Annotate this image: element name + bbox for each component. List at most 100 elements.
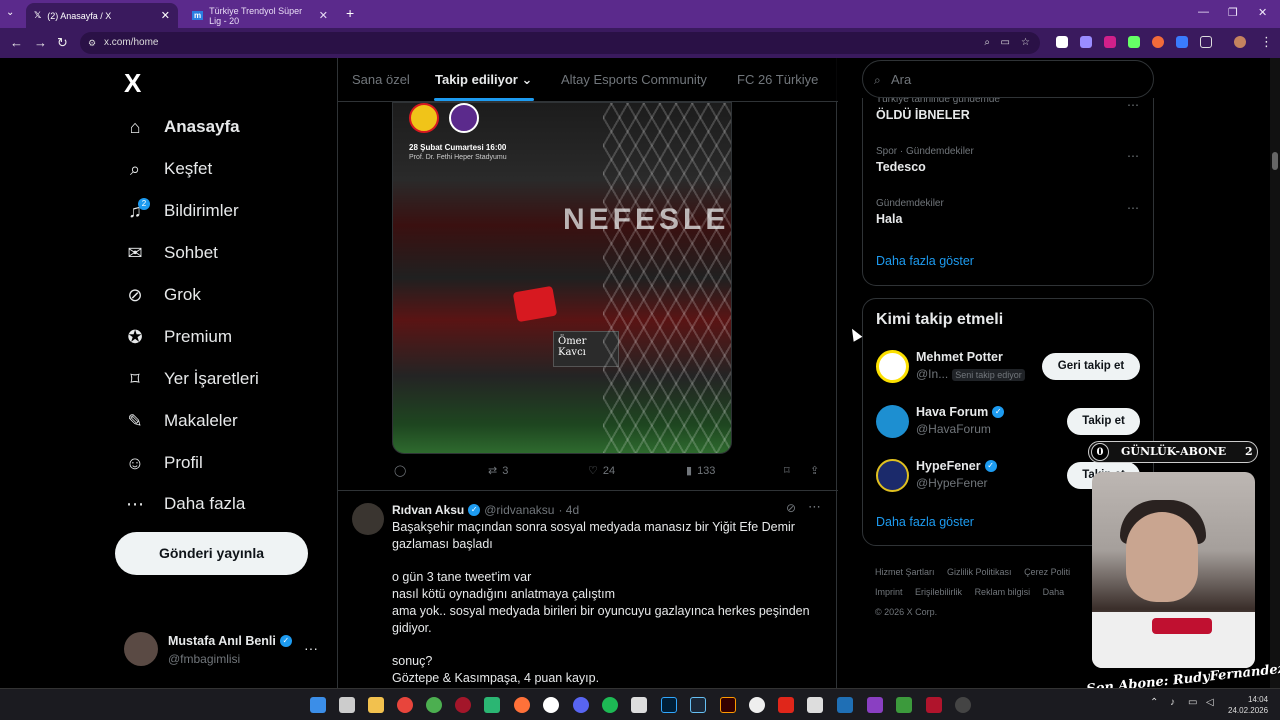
- extension-icon[interactable]: [1152, 36, 1164, 48]
- file-explorer-icon[interactable]: [368, 697, 384, 713]
- like-button[interactable]: ♡ 24: [588, 464, 615, 478]
- volume-icon[interactable]: ◁: [1206, 697, 1214, 708]
- trend-more-icon[interactable]: ⋯: [1127, 149, 1139, 163]
- trend-item[interactable]: Gündemdekiler Hala: [876, 198, 944, 226]
- tab-fc26-turkiye[interactable]: FC 26 Türkiye: [737, 72, 818, 87]
- nav-profile[interactable]: ☺ Profil: [124, 448, 203, 478]
- extensions-puzzle-icon[interactable]: [1200, 36, 1212, 48]
- microphone-tray-icon[interactable]: ♪: [1170, 697, 1175, 708]
- account-more-icon[interactable]: ···: [304, 640, 318, 656]
- trend-more-icon[interactable]: ⋯: [1127, 201, 1139, 215]
- illustrator-icon[interactable]: [720, 697, 736, 713]
- avatar[interactable]: [352, 503, 384, 535]
- cast-icon[interactable]: ▭: [1001, 32, 1010, 54]
- tweet-author-handle[interactable]: @ridvanaksu: [484, 503, 554, 517]
- firefox-icon[interactable]: [514, 697, 530, 713]
- taskbar-app-icon[interactable]: [484, 697, 500, 713]
- extension-icon[interactable]: [1176, 36, 1188, 48]
- nav-articles[interactable]: ✎ Makaleler: [124, 406, 237, 436]
- bookmark-button[interactable]: ⌑: [784, 464, 790, 477]
- tray-chevron-icon[interactable]: ⌃: [1150, 697, 1158, 708]
- tab-list-icon[interactable]: ⌄: [6, 7, 14, 18]
- follow-back-button[interactable]: Geri takip et: [1042, 353, 1140, 380]
- close-tab-icon[interactable]: ✕: [161, 9, 170, 22]
- footer-link[interactable]: Imprint: [875, 587, 903, 597]
- browser-tab-x[interactable]: 𝕏 (2) Anasayfa / X ✕: [26, 3, 178, 28]
- back-icon[interactable]: ←: [10, 35, 23, 50]
- chrome-icon[interactable]: [397, 697, 413, 713]
- reload-icon[interactable]: ↻: [57, 35, 68, 51]
- taskbar-app-icon[interactable]: [807, 697, 823, 713]
- nav-premium[interactable]: ✪ Premium: [124, 322, 232, 352]
- footer-link[interactable]: Hizmet Şartları: [875, 567, 935, 577]
- grok-icon[interactable]: ⊘: [786, 501, 796, 515]
- football-manager-icon[interactable]: [896, 697, 912, 713]
- post-button[interactable]: Gönderi yayınla: [115, 532, 308, 575]
- settings-icon[interactable]: [749, 697, 765, 713]
- tab-altay-esports[interactable]: Altay Esports Community: [561, 72, 707, 87]
- taskbar-app-icon[interactable]: [926, 697, 942, 713]
- nav-grok[interactable]: ⊘ Grok: [124, 280, 200, 310]
- discord-icon[interactable]: [573, 697, 589, 713]
- tweet-more-icon[interactable]: ⋯: [808, 499, 821, 515]
- zoom-icon[interactable]: ⌕: [984, 32, 990, 54]
- network-icon[interactable]: ▭: [1188, 697, 1197, 708]
- scrollbar-thumb[interactable]: [1272, 152, 1278, 170]
- taskbar-app-icon[interactable]: [867, 697, 883, 713]
- chrome-alt-icon[interactable]: [426, 697, 442, 713]
- tab-following[interactable]: Takip ediliyor ⌄: [435, 72, 532, 88]
- browser-tab-superlig[interactable]: m Türkiye Trendyol Süper Lig - 20 ✕: [184, 3, 336, 28]
- spotify-icon[interactable]: [602, 697, 618, 713]
- star-icon[interactable]: ☆: [1021, 32, 1030, 54]
- site-info-icon[interactable]: ⚙: [88, 32, 96, 54]
- footer-link[interactable]: Erişilebilirlik: [915, 587, 962, 597]
- opera-icon[interactable]: [455, 697, 471, 713]
- close-window-icon[interactable]: ✕: [1258, 6, 1267, 19]
- nav-messages[interactable]: ✉ Sohbet: [124, 238, 217, 268]
- photoshop-icon[interactable]: [661, 697, 677, 713]
- taskbar-app-icon[interactable]: [631, 697, 647, 713]
- minimize-icon[interactable]: —: [1198, 6, 1209, 18]
- trend-more-icon[interactable]: ⋯: [1127, 98, 1139, 112]
- retweet-button[interactable]: ⇄ 3: [488, 464, 508, 478]
- follow-suggestion[interactable]: Hava Forum ✓ @HavaForum Takip et: [876, 405, 1141, 445]
- forward-icon[interactable]: →: [34, 35, 47, 50]
- follow-suggestion[interactable]: Mehmet Potter @In... Seni takip ediyor Ge…: [876, 350, 1141, 390]
- browser-profile-avatar[interactable]: [1234, 36, 1246, 48]
- reply-button[interactable]: ◯: [394, 464, 411, 477]
- tweet-timestamp[interactable]: · 4d: [558, 503, 579, 517]
- steam-icon[interactable]: [690, 697, 706, 713]
- extension-icon[interactable]: [1104, 36, 1116, 48]
- nav-explore[interactable]: ⌕ Keşfet: [124, 154, 212, 184]
- close-tab-icon[interactable]: ✕: [319, 9, 328, 22]
- acrobat-icon[interactable]: [778, 697, 794, 713]
- trends-show-more-link[interactable]: Daha fazla göster: [876, 254, 974, 268]
- footer-link[interactable]: Gizlilik Politikası: [947, 567, 1012, 577]
- tweet-author-name[interactable]: Rıdvan Aksu: [392, 503, 464, 517]
- who-to-follow-show-more-link[interactable]: Daha fazla göster: [876, 515, 974, 529]
- footer-link[interactable]: Daha: [1043, 587, 1065, 597]
- taskbar-app-icon[interactable]: [955, 697, 971, 713]
- tweet-image[interactable]: 28 Şubat Cumartesi 16:00 Prof. Dr. Fethi…: [392, 102, 732, 454]
- account-switcher[interactable]: Mustafa Anıl Benli ✓ @fmbagimlisi ···: [124, 632, 324, 672]
- trend-item[interactable]: Türkiye tarihinde gündemde ÖLDÜ İBNELER: [876, 94, 1000, 122]
- start-icon[interactable]: [310, 697, 326, 713]
- x-logo-icon[interactable]: X: [124, 68, 141, 99]
- views-button[interactable]: ▮ 133: [686, 464, 715, 478]
- extension-icon[interactable]: [1080, 36, 1092, 48]
- browser-menu-icon[interactable]: ⋮: [1260, 34, 1273, 50]
- taskbar-app-icon[interactable]: [837, 697, 853, 713]
- new-tab-icon[interactable]: +: [346, 5, 354, 21]
- footer-link[interactable]: Reklam bilgisi: [975, 587, 1031, 597]
- restore-icon[interactable]: ❐: [1228, 6, 1238, 19]
- nav-home[interactable]: ⌂ Anasayfa: [124, 112, 240, 142]
- tab-for-you[interactable]: Sana özel: [352, 72, 410, 87]
- follow-button[interactable]: Takip et: [1067, 408, 1140, 435]
- taskbar-app-icon[interactable]: [543, 697, 559, 713]
- clock[interactable]: 14:04 24.02.2026: [1228, 694, 1268, 716]
- footer-link[interactable]: Çerez Politi: [1024, 567, 1070, 577]
- taskbar-app-icon[interactable]: [339, 697, 355, 713]
- extension-icon[interactable]: [1128, 36, 1140, 48]
- extension-icon[interactable]: [1056, 36, 1068, 48]
- nav-bookmarks[interactable]: ⌑ Yer İşaretleri: [124, 364, 258, 394]
